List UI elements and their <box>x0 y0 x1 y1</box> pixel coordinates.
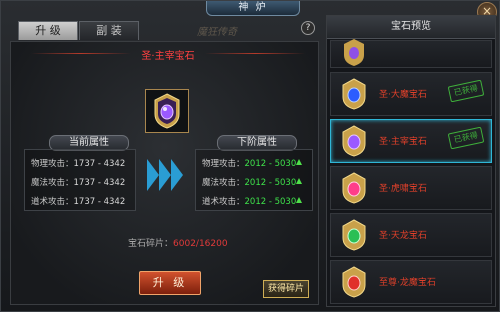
gem-name: 圣·大魔宝石 <box>379 90 427 100</box>
gem-crest-purple-icon <box>344 39 364 66</box>
shards-label: 宝石碎片： <box>128 239 174 249</box>
chevron-right-icon <box>159 159 171 191</box>
tab-upgrade[interactable]: 升 级 <box>18 21 78 40</box>
current-attrs-box: 物理攻击：1737 - 4342 魔法攻击：1737 - 4342 道术攻击：1… <box>24 149 136 211</box>
upgrade-button[interactable]: 升 级 <box>139 271 201 295</box>
gem-crest-blue-icon <box>342 78 366 110</box>
gem-preview-item[interactable]: 圣·天龙宝石 <box>330 213 492 257</box>
gem-name: 圣·虎啸宝石 <box>379 184 427 194</box>
shenlu-window: 神 炉 × 升 级 副 装 魔狂传奇 ? 圣·主宰宝石 当前属性 下阶属性 物理… <box>0 0 500 312</box>
gem-crest-pink-icon <box>342 172 366 204</box>
gem-preview-item[interactable] <box>330 39 492 68</box>
gem-name: 圣·天龙宝石 <box>379 231 427 241</box>
arrow-up-icon <box>296 159 302 165</box>
current-attr-row: 道术攻击：1737 - 4342 <box>31 197 126 207</box>
gem-preview-item[interactable]: 圣·大魔宝石 已获得 <box>330 72 492 116</box>
help-button[interactable]: ? <box>301 21 315 35</box>
obtained-stamp: 已获得 <box>447 126 485 150</box>
chevron-right-icon <box>147 159 159 191</box>
current-attr-row: 魔法攻击：1737 - 4342 <box>31 178 126 188</box>
next-attr-row: 道术攻击：2012 - 5030 <box>202 197 297 207</box>
next-attrs-box: 物理攻击：2012 - 5030 魔法攻击：2012 - 5030 道术攻击：2… <box>195 149 313 211</box>
gem-preview-item[interactable]: 圣·虎啸宝石 <box>330 166 492 210</box>
next-attr-row: 魔法攻击：2012 - 5030 <box>202 178 297 188</box>
window-title: 神 炉 <box>206 1 300 16</box>
obtained-stamp: 已获得 <box>447 79 485 103</box>
gem-crest-red-icon <box>342 266 366 298</box>
gem-crest-green-icon <box>342 219 366 251</box>
watermark-logo: 魔狂传奇 <box>197 27 237 38</box>
gem-preview-panel: 宝石预览 圣·大魔宝石 已获得 圣·主宰宝石 已获得 圣·虎啸宝石 圣·天龙宝石… <box>326 15 496 307</box>
chevron-right-icon <box>171 159 183 191</box>
arrow-up-icon <box>296 197 302 203</box>
current-gem-slot <box>145 89 189 133</box>
next-attr-row: 物理攻击：2012 - 5030 <box>202 159 297 169</box>
get-shards-button[interactable]: 获得碎片 <box>263 280 309 298</box>
title-divider-right <box>205 53 305 54</box>
title-divider-left <box>31 53 131 54</box>
shards-progress: 宝石碎片：6002/16200 <box>128 236 228 249</box>
gem-crest-purple-icon <box>342 125 366 157</box>
tab-accessory[interactable]: 副 装 <box>79 21 139 40</box>
gem-title: 圣·主宰宝石 <box>141 51 195 62</box>
gem-crest-purple-icon <box>154 93 180 129</box>
gem-preview-item[interactable]: 至尊·龙魔宝石 <box>330 260 492 304</box>
gem-name: 圣·主宰宝石 <box>379 137 427 147</box>
gem-name: 至尊·龙魔宝石 <box>379 278 436 288</box>
gem-preview-item-selected[interactable]: 圣·主宰宝石 已获得 <box>330 119 492 163</box>
arrow-up-icon <box>296 178 302 184</box>
shards-value: 6002/16200 <box>173 239 228 249</box>
current-attr-row: 物理攻击：1737 - 4342 <box>31 159 126 169</box>
